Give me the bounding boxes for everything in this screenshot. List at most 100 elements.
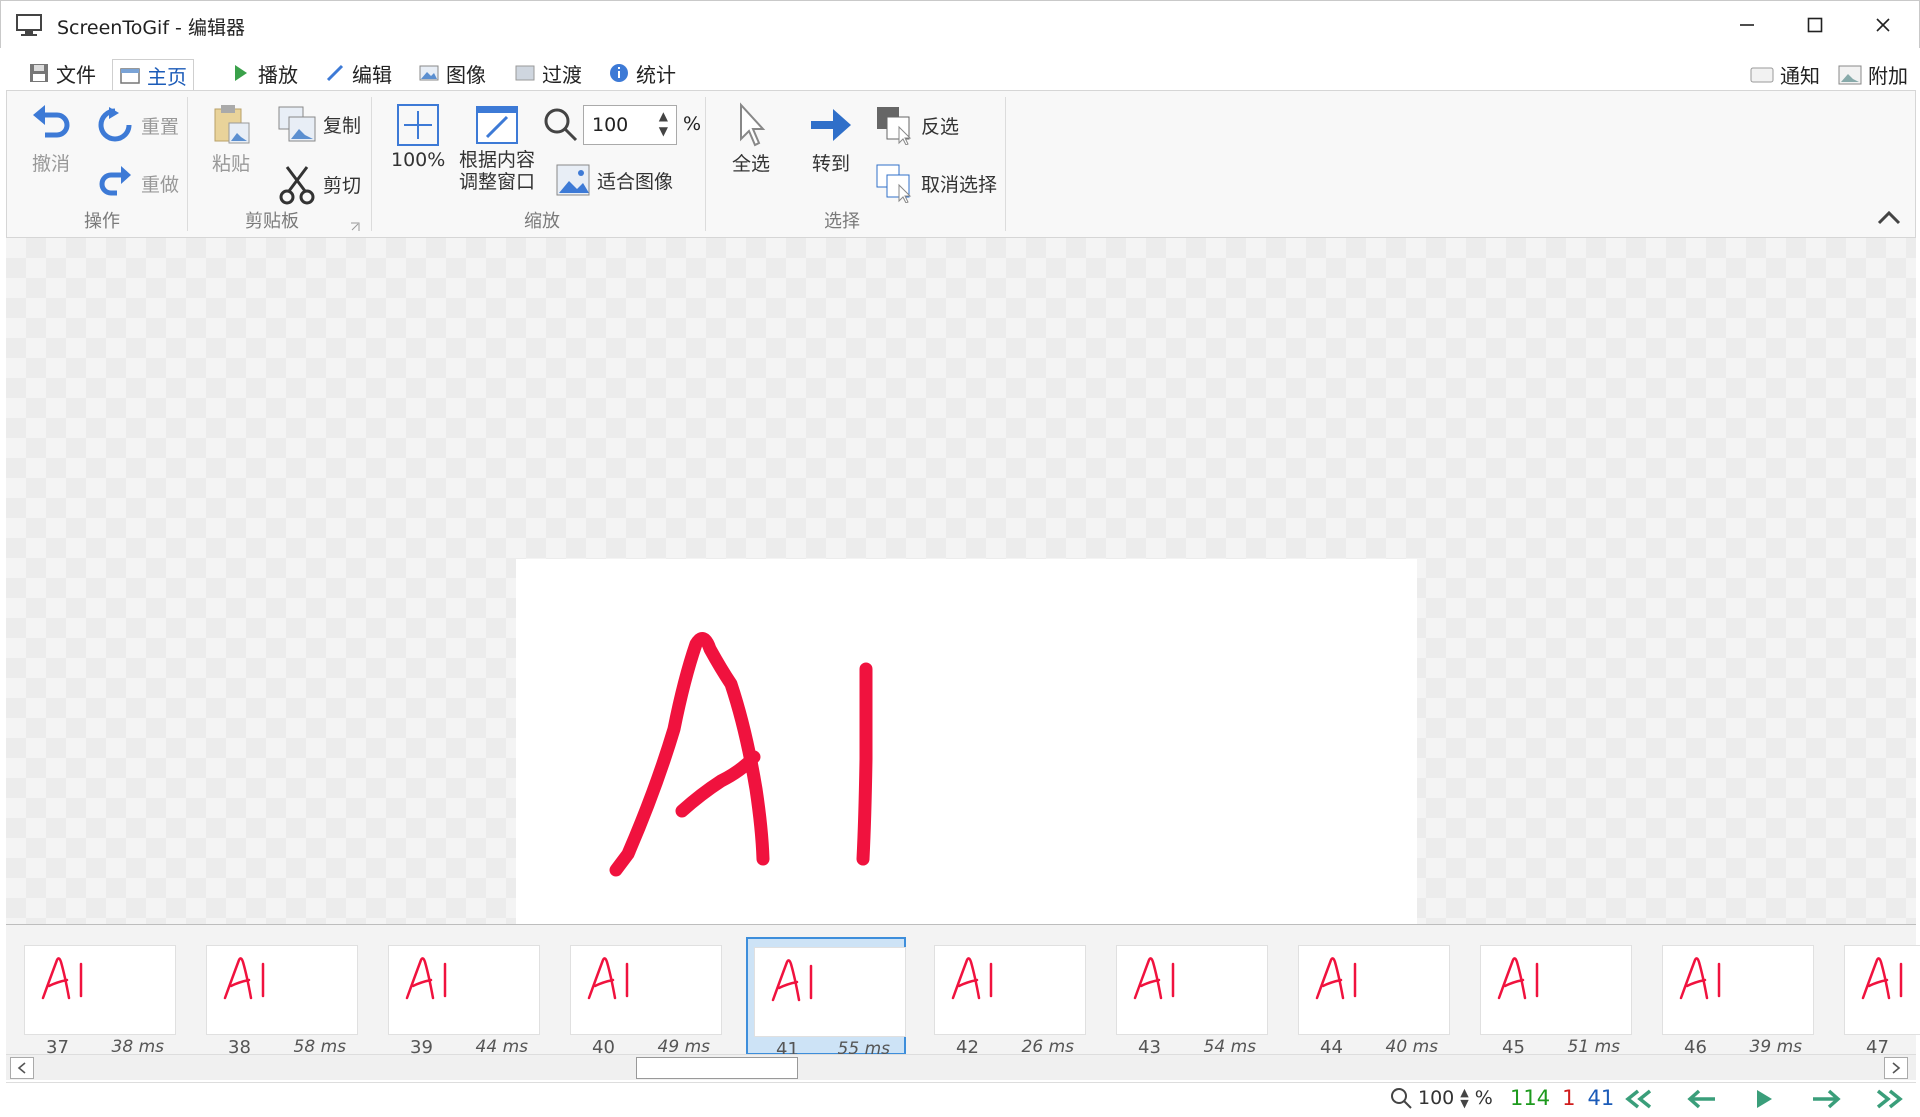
expand-arrows-icon [397,104,440,146]
previous-frame-button[interactable] [1682,1085,1722,1113]
title-bar: ScreenToGif - 编辑器 [0,0,1920,48]
frame-thumbnail[interactable]: 45 51 ms [1474,937,1634,1058]
frame-thumbnail[interactable]: 44 40 ms [1292,937,1452,1058]
selected-count: 1 [1562,1086,1576,1110]
scrollbar-thumb[interactable] [636,1057,798,1079]
cut-button[interactable]: 剪切 [277,163,361,205]
frame-thumbnail[interactable]: 40 49 ms [564,937,724,1058]
deselect-button[interactable]: 取消选择 [875,163,997,203]
status-zoom[interactable]: 100 ▲ ▼ % [1390,1087,1493,1109]
extras-button[interactable]: 附加 [1838,60,1908,89]
window-title: ScreenToGif - 编辑器 [57,17,245,39]
scissors-icon [279,166,315,205]
scroll-right-button[interactable] [1884,1057,1908,1079]
frame-thumbnail-image [1480,945,1632,1035]
thumbnail-drawing [405,957,447,1000]
frame-thumbnail-image [1298,945,1450,1035]
invert-select-icon [877,107,912,145]
play-button[interactable] [1744,1085,1784,1113]
frame-thumbnail-image [388,945,540,1035]
tab-file[interactable]: 文件 [22,56,102,90]
frame-thumbnail[interactable]: 42 26 ms [928,937,1088,1058]
frame-thumbnail-image [570,945,722,1035]
frame-thumbnail[interactable]: 43 54 ms [1110,937,1270,1058]
frame-thumbnail-image [754,947,906,1037]
frame-thumbnail-image [1116,945,1268,1035]
resize-window-icon [476,106,518,144]
extras-image-icon [1838,65,1862,84]
minimize-icon [1740,24,1754,26]
status-zoom-spinner[interactable]: ▲ ▼ [1460,1087,1468,1109]
arrow-right-icon [1813,1089,1841,1109]
frame-thumbnail[interactable]: 47 [1838,937,1920,1058]
undo-icon [33,105,70,138]
zoom-spinner[interactable]: ▲ ▼ [659,109,668,139]
invert-selection-button[interactable]: 反选 [875,105,959,145]
frame-thumbnail[interactable]: 38 58 ms [200,937,360,1058]
redo-icon [99,166,131,196]
fit-image-button[interactable]: 适合图像 [555,163,673,197]
tab-edit[interactable]: 编辑 [318,56,398,90]
pencil-icon [326,64,344,82]
thumbnail-drawing [587,957,629,1000]
collapse-ribbon-icon[interactable] [1877,209,1901,225]
tab-playback[interactable]: 播放 [224,56,304,90]
first-frame-button[interactable] [1620,1085,1660,1113]
frame-thumbnail[interactable]: 46 39 ms [1656,937,1816,1058]
reset-icon [98,107,132,142]
goto-button[interactable]: 转到 [807,101,855,176]
select-all-button[interactable]: 全选 [727,101,775,176]
thumbnail-drawing [1861,957,1903,1000]
dialog-launcher-icon[interactable] [349,221,361,233]
frame-thumbnail[interactable]: 39 44 ms [382,937,542,1058]
group-label-select: 选择 [824,211,860,232]
frame-thumbnail[interactable]: 41 55 ms [746,937,906,1060]
copy-button[interactable]: 复制 [277,105,361,143]
status-bar: 100 ▲ ▼ % 114 1 41 [6,1082,1916,1114]
info-icon [610,64,628,82]
save-icon [30,64,48,82]
double-arrow-left-icon [1625,1089,1652,1109]
double-arrow-right-icon [1876,1089,1903,1109]
group-label-clipboard: 剪贴板 [245,211,299,232]
tab-transitions[interactable]: 过渡 [508,56,588,90]
reset-button[interactable]: 重置 [95,105,179,145]
ribbon-separator [371,97,372,231]
maximize-icon [1807,17,1823,33]
thumbnail-drawing [1315,957,1357,1000]
last-frame-button[interactable] [1868,1085,1908,1113]
group-label-actions: 操作 [84,211,120,232]
frame-thumbnail-image [1844,945,1920,1035]
frame-thumbnail[interactable]: 37 38 ms [18,937,178,1058]
thumbnail-drawing [951,957,993,1000]
thumbnail-drawing [771,959,813,1002]
thumbnail-drawing [41,957,83,1000]
play-icon [1757,1090,1772,1108]
next-frame-button[interactable] [1806,1085,1846,1113]
arrow-left-icon [1687,1089,1715,1109]
undo-button[interactable]: 撤消 [27,101,75,176]
deselect-icon [876,164,912,203]
minimize-button[interactable] [1713,1,1781,49]
total-frames: 114 [1510,1086,1551,1110]
thumbnail-drawing [223,957,265,1000]
canvas-area [6,238,1916,1082]
timeline-scrollbar[interactable] [6,1054,1916,1080]
ribbon-tabs: 文件 主页 播放 编辑 图像 过渡 统计 通知 附加 [0,48,1920,91]
maximize-button[interactable] [1781,1,1849,49]
zoom-input[interactable]: 100 ▲ ▼ [583,105,677,145]
tab-statistics[interactable]: 统计 [602,56,682,90]
app-monitor-icon [16,14,42,36]
magnifier-icon [1391,1088,1412,1109]
scroll-left-button[interactable] [10,1057,34,1079]
redo-button[interactable]: 重做 [95,163,179,203]
notifications-button[interactable]: 通知 [1750,60,1820,89]
paste-button[interactable]: 粘贴 [207,101,255,176]
close-icon [1876,18,1890,32]
tab-image[interactable]: 图像 [412,56,492,90]
close-button[interactable] [1849,1,1917,49]
tab-home[interactable]: 主页 [112,59,194,91]
image-icon [419,65,439,81]
zoom-100-button[interactable]: 100% [391,101,445,171]
fit-window-button[interactable]: 根据内容 调整窗口 [459,101,535,193]
